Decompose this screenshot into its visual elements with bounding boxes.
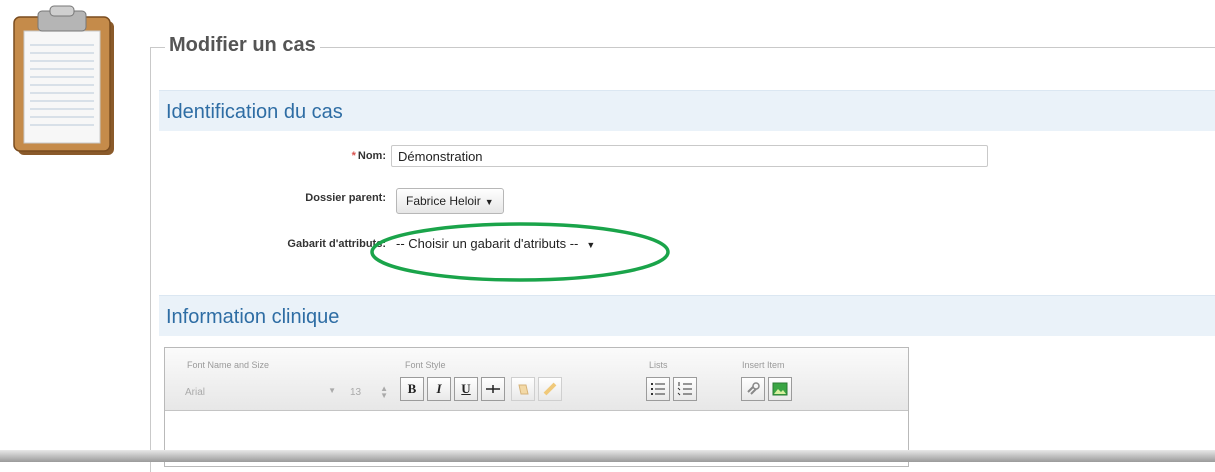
editor-toolbar: Font Name and Size Font Style Lists Inse… xyxy=(165,348,908,411)
italic-button[interactable]: I xyxy=(427,377,451,401)
caret-down-icon: ▼ xyxy=(328,386,336,395)
section-clinical: Information clinique xyxy=(159,295,1215,336)
strikethrough-icon xyxy=(486,385,500,393)
name-input[interactable] xyxy=(391,145,988,167)
group-label-insert: Insert Item xyxy=(742,360,785,370)
group-label-lists: Lists xyxy=(649,360,668,370)
strikethrough-button[interactable] xyxy=(481,377,505,401)
clipboard-icon xyxy=(13,5,114,155)
bold-button[interactable]: B xyxy=(400,377,424,401)
parent-folder-dropdown[interactable]: Fabrice Heloir ▼ xyxy=(396,188,504,214)
rich-text-editor[interactable]: Font Name and Size Font Style Lists Inse… xyxy=(164,347,909,467)
text-color-button[interactable] xyxy=(511,377,535,401)
page-title: Modifier un cas xyxy=(165,34,320,57)
numbered-list-button[interactable] xyxy=(673,377,697,401)
font-size-spinner[interactable]: 13 ▲ ▼ xyxy=(346,383,390,401)
font-name-select[interactable]: Arial ▼ xyxy=(183,383,338,401)
highlight-ellipse xyxy=(370,222,670,282)
section-title-identification: Identification du cas xyxy=(166,101,343,123)
section-identification: Identification du cas xyxy=(159,90,1215,131)
font-size-value: 13 xyxy=(350,387,362,398)
highlighter-icon xyxy=(543,382,557,396)
bullet-list-button[interactable] xyxy=(646,377,670,401)
numbered-list-icon xyxy=(677,382,692,396)
caret-down-icon: ▼ xyxy=(484,197,494,207)
insert-link-button[interactable] xyxy=(741,377,765,401)
parent-folder-label: Dossier parent: xyxy=(305,192,386,204)
group-label-font-style: Font Style xyxy=(405,360,446,370)
font-name-value: Arial xyxy=(185,387,206,398)
image-icon xyxy=(772,382,788,396)
parent-folder-value: Fabrice Heloir xyxy=(406,194,481,208)
highlight-button[interactable] xyxy=(538,377,562,401)
bullet-list-icon xyxy=(651,383,665,395)
name-label: * Nom: xyxy=(351,150,386,162)
template-label: Gabarit d'attributs: xyxy=(287,238,386,250)
underline-button[interactable]: U xyxy=(454,377,478,401)
section-title-clinical: Information clinique xyxy=(166,306,340,328)
group-label-font-name: Font Name and Size xyxy=(187,360,270,370)
bottom-edge xyxy=(0,450,1215,462)
paint-bucket-icon xyxy=(518,384,529,395)
link-icon xyxy=(747,382,760,395)
required-mark: * xyxy=(351,150,356,162)
spinner-arrows-icon: ▲ ▼ xyxy=(380,384,388,400)
insert-image-button[interactable] xyxy=(768,377,792,401)
